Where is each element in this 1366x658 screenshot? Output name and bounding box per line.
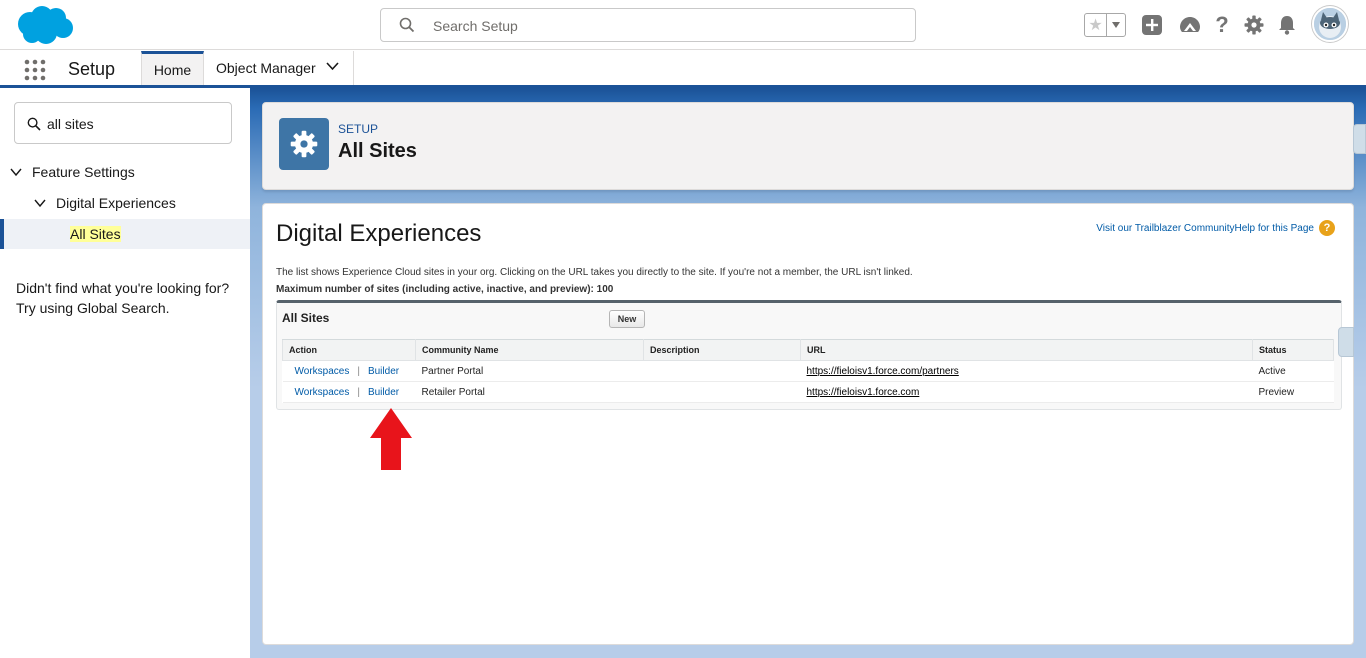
column-header-description[interactable]: Description <box>643 339 801 361</box>
tree-item-digital-experiences[interactable]: Digital Experiences <box>34 195 176 211</box>
url-cell: https://fieloisv1.force.com/partners <box>800 360 1253 382</box>
builder-link[interactable]: Builder <box>368 366 399 377</box>
tree-item-label: Feature Settings <box>32 164 135 180</box>
help-icon[interactable]: ? <box>1211 12 1233 38</box>
setup-gear-icon <box>279 118 329 170</box>
user-avatar[interactable] <box>1312 6 1348 42</box>
search-icon <box>27 117 41 131</box>
description-cell <box>643 381 801 403</box>
search-placeholder: Search Setup <box>433 18 518 34</box>
description-cell <box>643 360 801 382</box>
status-cell: Preview <box>1252 381 1334 403</box>
global-search-box[interactable]: Search Setup <box>380 8 916 42</box>
table-header-row: Action Community Name Description URL St… <box>282 339 1334 361</box>
action-cell: Workspaces | Builder <box>282 381 416 403</box>
site-url-link[interactable]: https://fieloisv1.force.com <box>807 387 920 398</box>
global-header: Search Setup ★ ? <box>0 0 1366 50</box>
page-header-card: SETUP All Sites <box>262 102 1354 190</box>
side-panel-toggle[interactable] <box>1353 124 1366 154</box>
column-header-status[interactable]: Status <box>1252 339 1334 361</box>
chevron-down-icon[interactable] <box>34 197 46 209</box>
builder-link[interactable]: Builder <box>368 387 399 398</box>
tab-home[interactable]: Home <box>141 51 204 85</box>
max-sites-text: Maximum number of sites (including activ… <box>276 284 614 295</box>
description-text: The list shows Experience Cloud sites in… <box>276 267 913 278</box>
tab-object-manager-label: Object Manager <box>216 60 316 76</box>
bell-icon[interactable] <box>1276 12 1298 38</box>
all-sites-list: All Sites New Action Community Name Desc… <box>276 300 1354 410</box>
tree-item-label: Digital Experiences <box>56 195 176 211</box>
search-icon <box>399 17 415 33</box>
section-title: Digital Experiences <box>276 220 482 247</box>
global-search-hint: Didn't find what you're looking for? Try… <box>16 280 230 316</box>
table-row: Workspaces | Builder Retailer Portal https… <box>282 381 1334 403</box>
trailhead-icon[interactable] <box>1178 12 1202 38</box>
app-launcher-icon[interactable] <box>24 59 46 81</box>
tab-object-manager[interactable]: Object Manager <box>204 51 354 85</box>
main-content-card: Digital Experiences Visit our Trailblaze… <box>262 203 1354 645</box>
page-title: All Sites <box>338 140 417 162</box>
app-name: Setup <box>68 59 116 79</box>
tab-home-label: Home <box>153 61 192 78</box>
chevron-down-icon[interactable] <box>10 166 22 178</box>
favorites-button[interactable]: ★ <box>1084 13 1126 37</box>
help-icon[interactable]: ? <box>1319 220 1335 236</box>
favorites-dropdown-icon[interactable] <box>1107 22 1125 28</box>
list-title: All Sites <box>282 311 330 325</box>
action-cell: Workspaces | Builder <box>282 360 416 382</box>
community-name-cell: Retailer Portal <box>415 381 644 403</box>
chevron-down-icon[interactable] <box>326 62 339 71</box>
add-icon[interactable] <box>1141 12 1163 38</box>
gear-icon[interactable] <box>1243 12 1265 38</box>
quick-find-value: all sites <box>47 116 94 132</box>
site-url-link[interactable]: https://fieloisv1.force.com/partners <box>807 366 959 377</box>
status-cell: Active <box>1252 360 1334 382</box>
tree-item-label-highlighted[interactable]: All Sites <box>70 226 121 242</box>
table-row: Workspaces | Builder Partner Portal https:… <box>282 360 1334 382</box>
salesforce-logo[interactable] <box>14 4 76 46</box>
workspaces-link[interactable]: Workspaces <box>295 366 350 377</box>
column-header-url[interactable]: URL <box>800 339 1253 361</box>
new-site-button[interactable]: New <box>609 310 645 328</box>
app-navigation-bar: Setup Home Object Manager <box>0 51 1366 88</box>
tree-item-feature-settings[interactable]: Feature Settings <box>10 164 135 180</box>
favorites-star-icon[interactable]: ★ <box>1085 14 1107 36</box>
list-side-toggle[interactable] <box>1338 327 1354 357</box>
help-for-page-link[interactable]: Help for this Page <box>1235 223 1315 234</box>
url-cell: https://fieloisv1.force.com <box>800 381 1253 403</box>
workspaces-link[interactable]: Workspaces <box>295 387 350 398</box>
tree-item-all-sites[interactable]: All Sites <box>0 219 250 249</box>
sites-table: Action Community Name Description URL St… <box>282 339 1334 403</box>
separator: | <box>357 386 360 398</box>
separator: | <box>357 365 360 377</box>
setup-sidebar: all sites Feature Settings Digital Exper… <box>0 88 250 658</box>
trailblazer-community-link[interactable]: Visit our Trailblazer Community <box>1096 223 1234 234</box>
quick-find-input[interactable]: all sites <box>14 102 232 144</box>
column-header-community-name[interactable]: Community Name <box>415 339 644 361</box>
red-arrow-up-icon <box>370 408 412 470</box>
column-header-action: Action <box>282 339 416 361</box>
community-name-cell: Partner Portal <box>415 360 644 382</box>
breadcrumb[interactable]: SETUP <box>338 122 378 136</box>
help-links: Visit our Trailblazer Community Help for… <box>1096 220 1335 236</box>
